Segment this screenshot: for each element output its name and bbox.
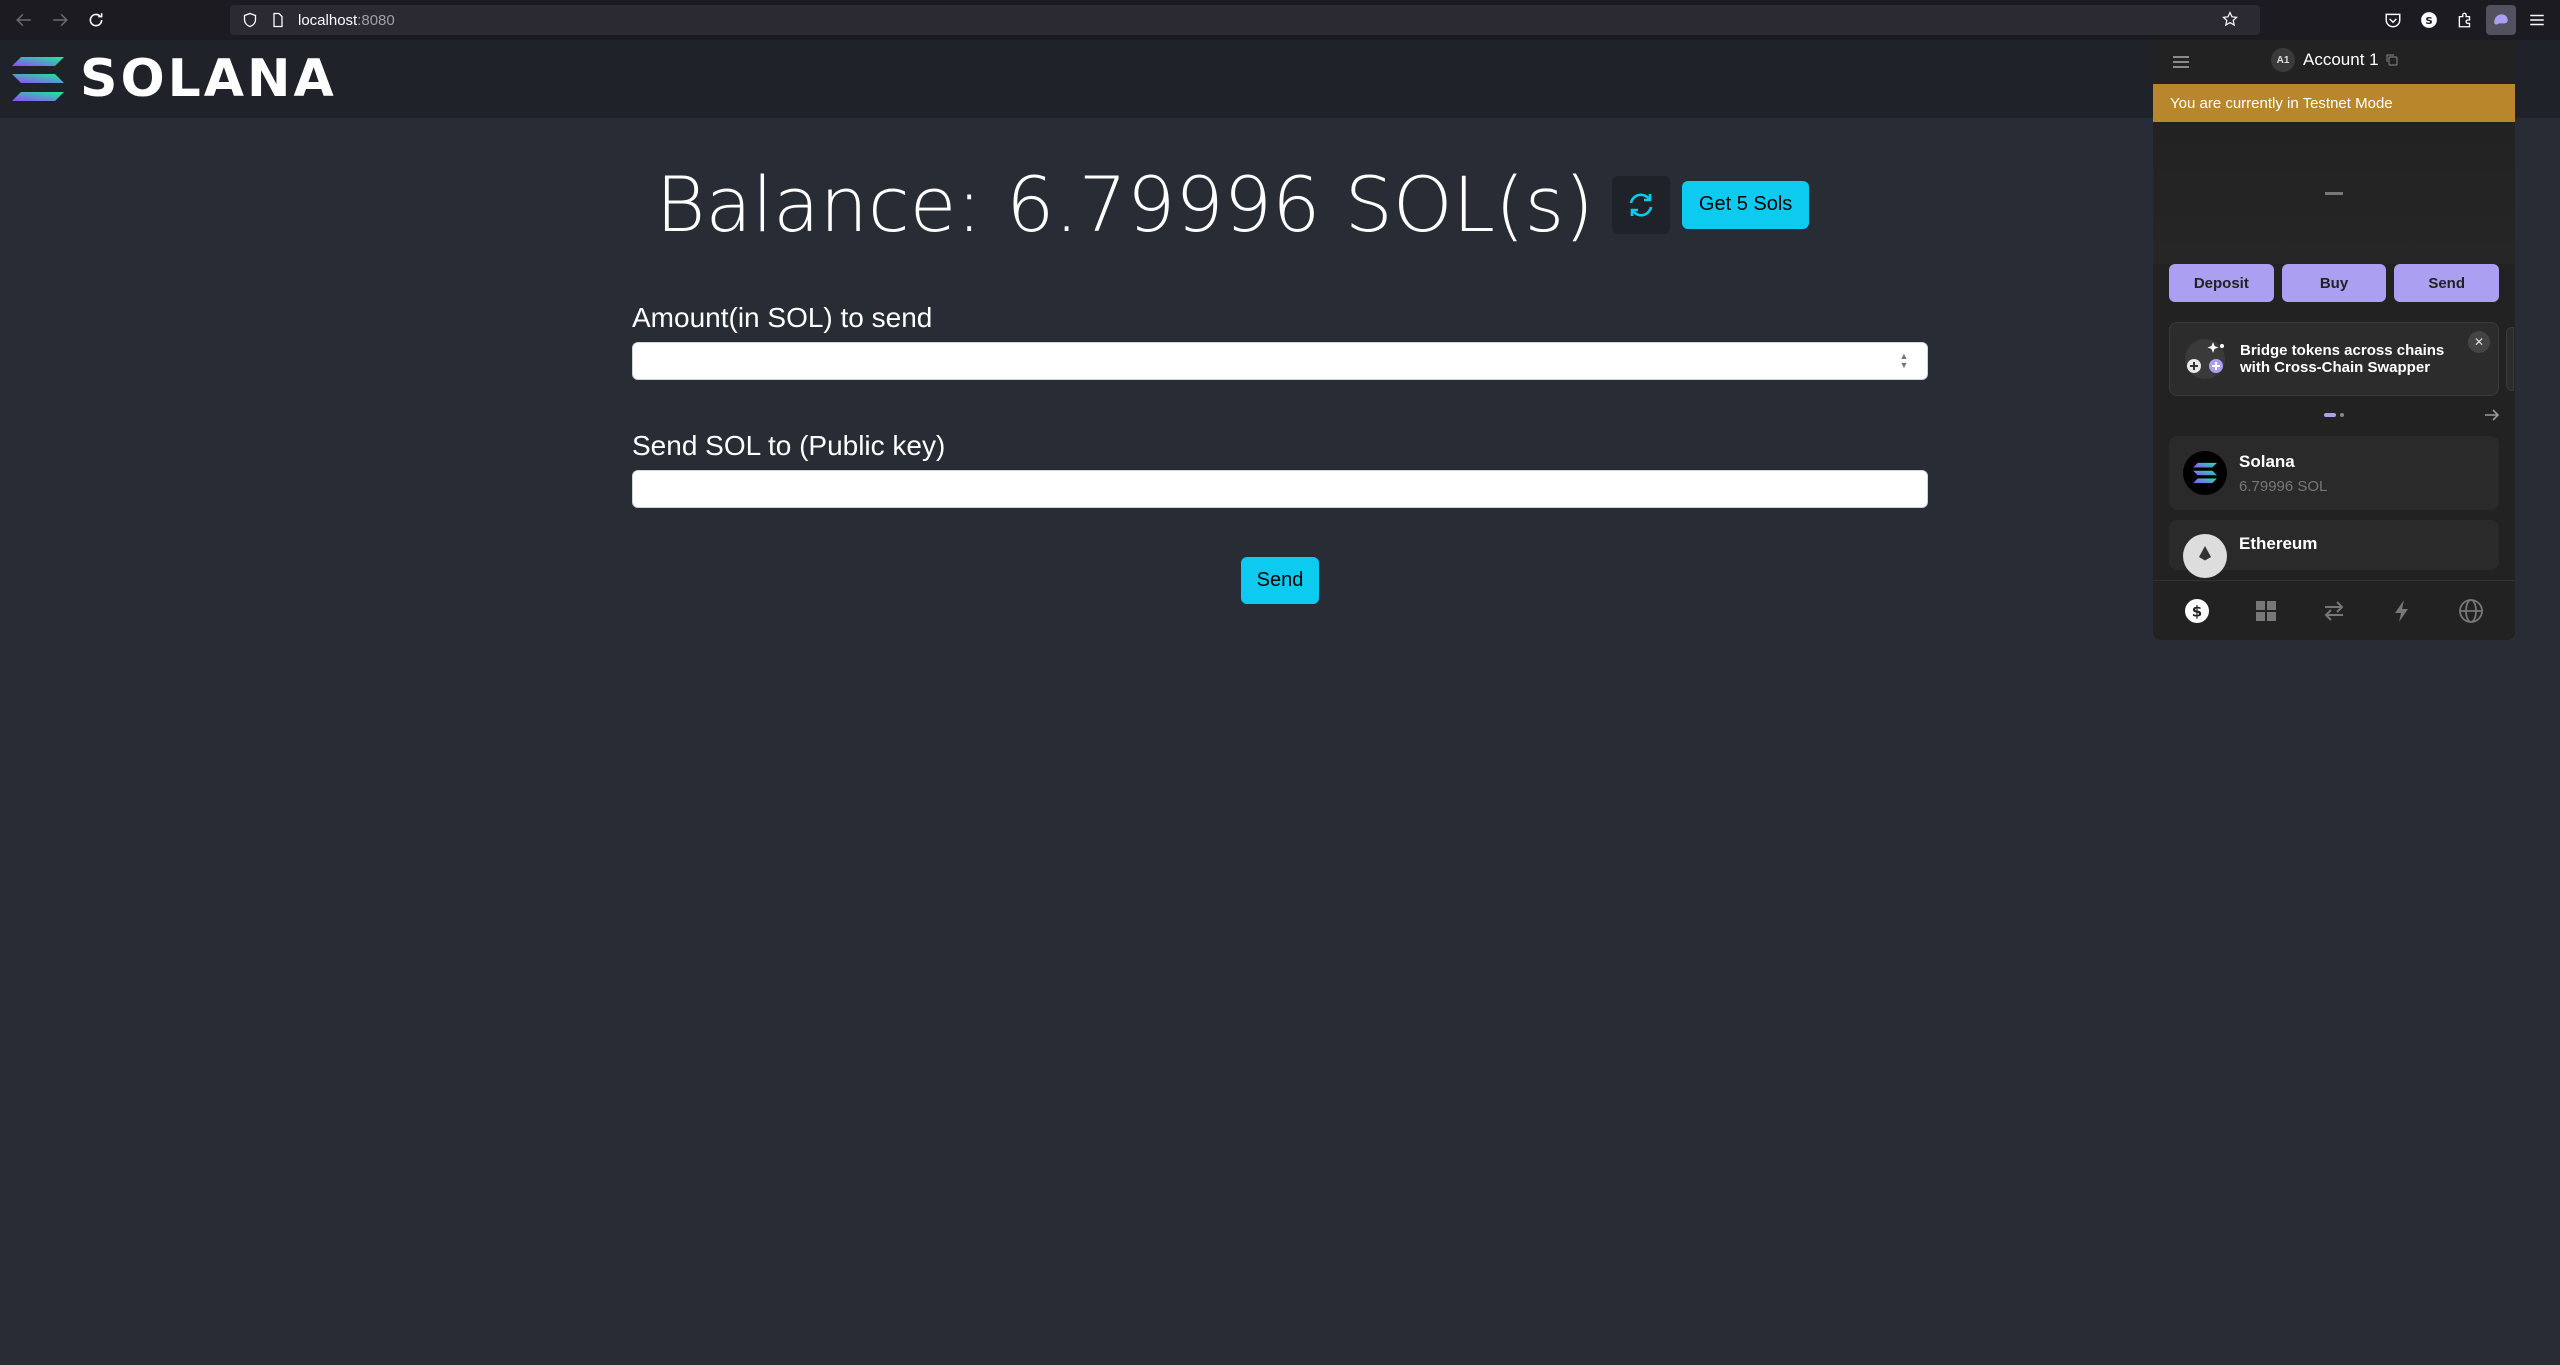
toolbar-extensions: S bbox=[2378, 0, 2560, 40]
solana-logo-icon bbox=[12, 57, 64, 101]
token-name: Solana bbox=[2239, 451, 2295, 471]
token-amount: 6.79996 SOL bbox=[2239, 477, 2328, 495]
swap-arrows-icon bbox=[2324, 600, 2344, 621]
url-port: :8080 bbox=[357, 11, 395, 29]
account-name: Account 1 bbox=[2303, 50, 2379, 69]
lightning-icon bbox=[2395, 599, 2409, 622]
shield-icon bbox=[243, 12, 257, 28]
stepper-down-icon[interactable]: ▼ bbox=[1900, 361, 1909, 370]
grid-icon bbox=[2255, 600, 2276, 621]
token-name: Ethereum bbox=[2239, 534, 2318, 553]
reload-icon bbox=[89, 13, 103, 27]
page-icon bbox=[273, 12, 283, 28]
account-avatar: A1 bbox=[2271, 48, 2295, 72]
nav-collectibles[interactable] bbox=[2251, 596, 2281, 626]
token-row-ethereum[interactable]: Ethereum bbox=[2169, 520, 2499, 578]
extensions-button[interactable] bbox=[2450, 5, 2480, 35]
url-text: localhost:8080 bbox=[298, 12, 395, 29]
address-bar[interactable]: localhost:8080 bbox=[230, 5, 2260, 35]
reload-button[interactable] bbox=[78, 2, 114, 38]
deposit-button[interactable]: Deposit bbox=[2169, 264, 2274, 302]
token-row-solana[interactable]: Solana 6.79996 SOL bbox=[2169, 436, 2499, 510]
pubkey-label: Send SOL to (Public key) bbox=[632, 430, 946, 461]
get-5-sols-button[interactable]: Get 5 Sols bbox=[1681, 180, 1810, 229]
nav-swap[interactable] bbox=[2319, 596, 2349, 626]
globe-icon bbox=[2458, 598, 2483, 623]
app-menu-button[interactable] bbox=[2522, 5, 2552, 35]
refresh-balance-button[interactable] bbox=[1611, 175, 1670, 234]
promo-card[interactable]: Bridge tokens across chains with Cross-C… bbox=[2169, 322, 2514, 396]
url-host: localhost bbox=[298, 11, 358, 29]
amount-label: Amount(in SOL) to send bbox=[632, 302, 933, 333]
hamburger-icon bbox=[2530, 14, 2544, 26]
puzzle-icon bbox=[2458, 12, 2471, 28]
wallet-balance-placeholder: - bbox=[2325, 191, 2343, 195]
refresh-icon bbox=[1629, 193, 1653, 216]
nav-explore[interactable] bbox=[2456, 596, 2486, 626]
pagination-dot-active[interactable] bbox=[2324, 413, 2336, 417]
wallet-send-button[interactable]: Send bbox=[2394, 264, 2500, 302]
wallet-popup: A1 Account 1 You are currently in Testne… bbox=[2153, 40, 2515, 640]
forward-button[interactable] bbox=[42, 2, 78, 38]
buy-button[interactable]: Buy bbox=[2281, 264, 2387, 302]
pocket-button[interactable] bbox=[2378, 5, 2408, 35]
arrow-left-icon bbox=[16, 13, 31, 27]
promo-text: Bridge tokens across chains with Cross-C… bbox=[2240, 342, 2445, 376]
account-extension-button[interactable]: S bbox=[2414, 5, 2444, 35]
pagination-dot[interactable] bbox=[2340, 413, 2344, 417]
copy-icon[interactable] bbox=[2385, 53, 2399, 67]
promo-next-card bbox=[2506, 327, 2514, 391]
cross-chain-swapper-icon bbox=[2185, 339, 2225, 379]
account-selector[interactable]: A1 Account 1 bbox=[2271, 48, 2399, 72]
ethereum-token-icon bbox=[2183, 534, 2227, 578]
promo-pagination bbox=[2153, 396, 2515, 436]
back-button[interactable] bbox=[6, 2, 42, 38]
site-logo-text: SOLANA bbox=[80, 49, 337, 109]
balance-title: Balance: 6.79996 SOL(s) bbox=[655, 160, 1594, 249]
arrow-right-icon bbox=[53, 13, 68, 27]
send-button[interactable]: Send bbox=[1241, 557, 1319, 604]
testnet-banner: You are currently in Testnet Mode bbox=[2153, 84, 2515, 122]
amount-input[interactable] bbox=[632, 342, 1928, 380]
nav-activity[interactable] bbox=[2387, 596, 2417, 626]
solana-token-icon bbox=[2183, 451, 2227, 495]
svg-text:$: $ bbox=[2192, 602, 2202, 620]
dollar-circle-icon: $ bbox=[2185, 598, 2210, 623]
promo-close-icon[interactable]: ✕ bbox=[2468, 331, 2490, 353]
circle-s-icon: S bbox=[2421, 12, 2437, 28]
pocket-icon bbox=[2385, 13, 2401, 28]
phantom-extension-button[interactable] bbox=[2486, 5, 2516, 35]
amount-stepper[interactable]: ▲ ▼ bbox=[1896, 350, 1912, 372]
wallet-bottom-nav: $ bbox=[2153, 580, 2515, 640]
pubkey-input[interactable] bbox=[632, 470, 1928, 508]
phantom-ghost-icon bbox=[2494, 14, 2508, 25]
nav-tokens[interactable]: $ bbox=[2182, 596, 2212, 626]
browser-toolbar: localhost:8080 S bbox=[0, 0, 2560, 40]
arrow-right-icon[interactable] bbox=[2483, 406, 2501, 424]
svg-text:S: S bbox=[2425, 16, 2432, 27]
wallet-header: A1 Account 1 bbox=[2153, 40, 2515, 84]
bookmark-star-icon[interactable] bbox=[2222, 11, 2238, 27]
wallet-menu-icon[interactable] bbox=[2171, 52, 2191, 72]
wallet-balance-area: - bbox=[2153, 122, 2515, 264]
wallet-actions: Deposit Buy Send bbox=[2153, 264, 2515, 302]
